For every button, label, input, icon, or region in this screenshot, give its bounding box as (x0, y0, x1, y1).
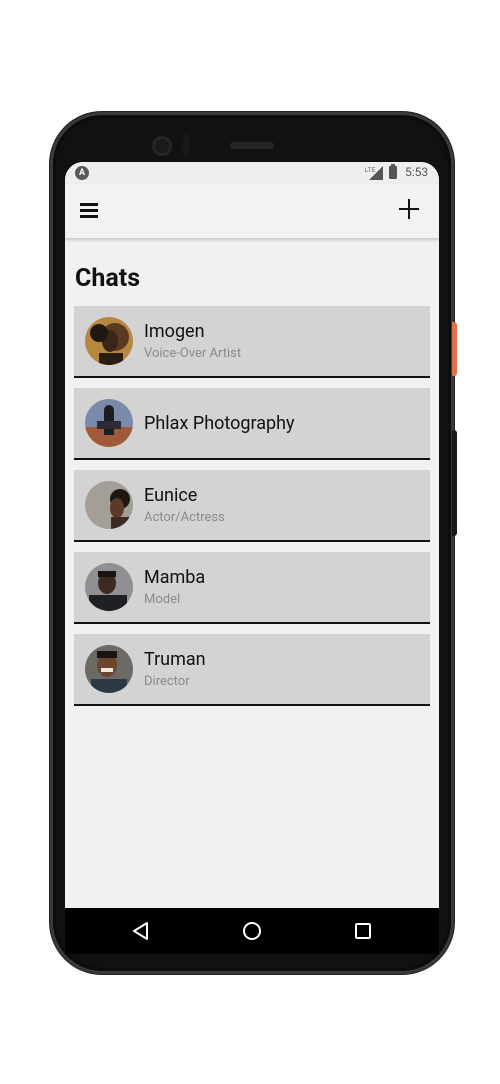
chat-name: Eunice (144, 485, 198, 506)
screen: A LTE 5:53 Chats Imogen Voice-Over Artis… (65, 162, 439, 908)
chat-subtitle: Director (144, 674, 190, 689)
app-notification-icon: A (75, 166, 89, 180)
volume-button[interactable] (452, 430, 457, 536)
avatar-phlax-photography (85, 399, 133, 447)
app-bar (65, 184, 439, 238)
proximity-sensor (182, 134, 190, 156)
hamburger-menu-icon[interactable] (77, 198, 101, 222)
chat-subtitle: Voice-Over Artist (144, 346, 242, 361)
page-title: Chats (75, 264, 141, 293)
recents-square-icon[interactable] (352, 920, 374, 942)
power-button[interactable] (452, 322, 457, 376)
chat-item-truman[interactable]: Truman Director (74, 634, 430, 706)
front-camera (152, 136, 172, 156)
lte-signal-icon: LTE (365, 166, 383, 180)
plus-icon[interactable] (397, 197, 421, 221)
chat-name: Truman (144, 649, 206, 670)
svg-text:LTE: LTE (365, 168, 376, 174)
chat-item-mamba[interactable]: Mamba Model (74, 552, 430, 624)
avatar-imogen (85, 317, 133, 365)
chat-name: Imogen (144, 321, 205, 342)
status-time: 5:53 (405, 165, 429, 179)
chat-item-phlax-photography[interactable]: Phlax Photography (74, 388, 430, 460)
chat-subtitle: Actor/Actress (144, 510, 225, 525)
chat-list: Imogen Voice-Over Artist Phlax Photograp… (74, 306, 430, 716)
status-bar: A LTE 5:53 (65, 162, 439, 184)
avatar-mamba (85, 563, 133, 611)
chat-name: Mamba (144, 567, 206, 588)
avatar-eunice (85, 481, 133, 529)
chat-item-eunice[interactable]: Eunice Actor/Actress (74, 470, 430, 542)
home-circle-icon[interactable] (241, 920, 263, 942)
battery-icon (389, 164, 397, 179)
avatar-truman (85, 645, 133, 693)
chat-subtitle: Model (144, 592, 181, 607)
system-navigation-bar (65, 908, 439, 954)
chat-item-imogen[interactable]: Imogen Voice-Over Artist (74, 306, 430, 378)
chat-name: Phlax Photography (144, 413, 295, 434)
earpiece-speaker (230, 142, 274, 149)
back-triangle-icon[interactable] (130, 920, 152, 942)
